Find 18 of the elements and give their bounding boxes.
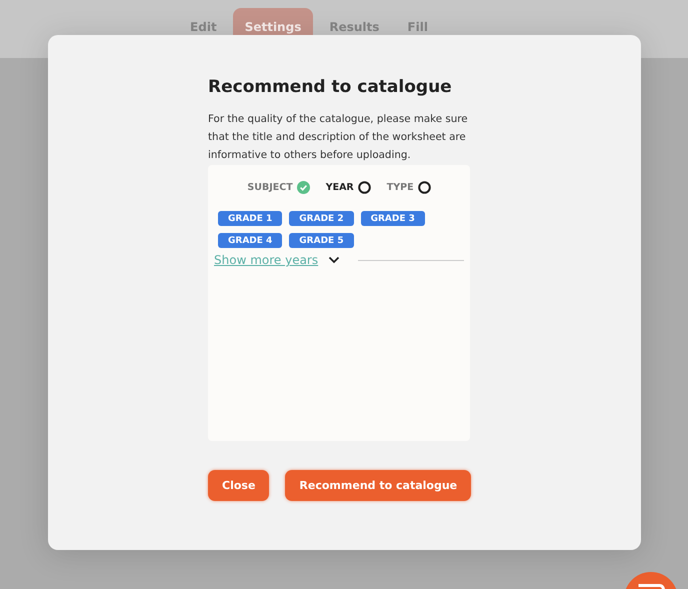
grade-chip[interactable]: GRADE 3 xyxy=(360,211,425,226)
chevron-icon[interactable] xyxy=(328,256,340,264)
nav-tab[interactable]: Settings xyxy=(232,8,314,38)
step-label: SUBJECT xyxy=(247,182,293,193)
recommend-button[interactable]: Recommend to catalogue xyxy=(285,470,472,501)
close-button[interactable]: Close xyxy=(208,470,270,501)
grade-chip[interactable]: GRADE 4 xyxy=(218,233,282,248)
grade-chip[interactable]: GRADE 2 xyxy=(289,211,354,226)
dialog-title: Recommend to catalogue xyxy=(208,77,453,97)
dialog-description: For the quality of the catalogue, please make sure that the title and description of the worksheet are informative to others before uploading. xyxy=(208,112,469,163)
step-label: YEAR xyxy=(326,182,354,193)
grade-chip[interactable]: GRADE 5 xyxy=(289,233,354,248)
nav-tab[interactable]: Results xyxy=(317,8,392,38)
nav-tab[interactable]: Edit xyxy=(178,8,229,38)
show-more-link[interactable]: Show more years xyxy=(214,253,318,267)
grade-chip[interactable]: GRADE 1 xyxy=(218,211,282,226)
step-label: TYPE xyxy=(386,182,414,193)
nav-tab[interactable]: Fill xyxy=(395,8,440,38)
